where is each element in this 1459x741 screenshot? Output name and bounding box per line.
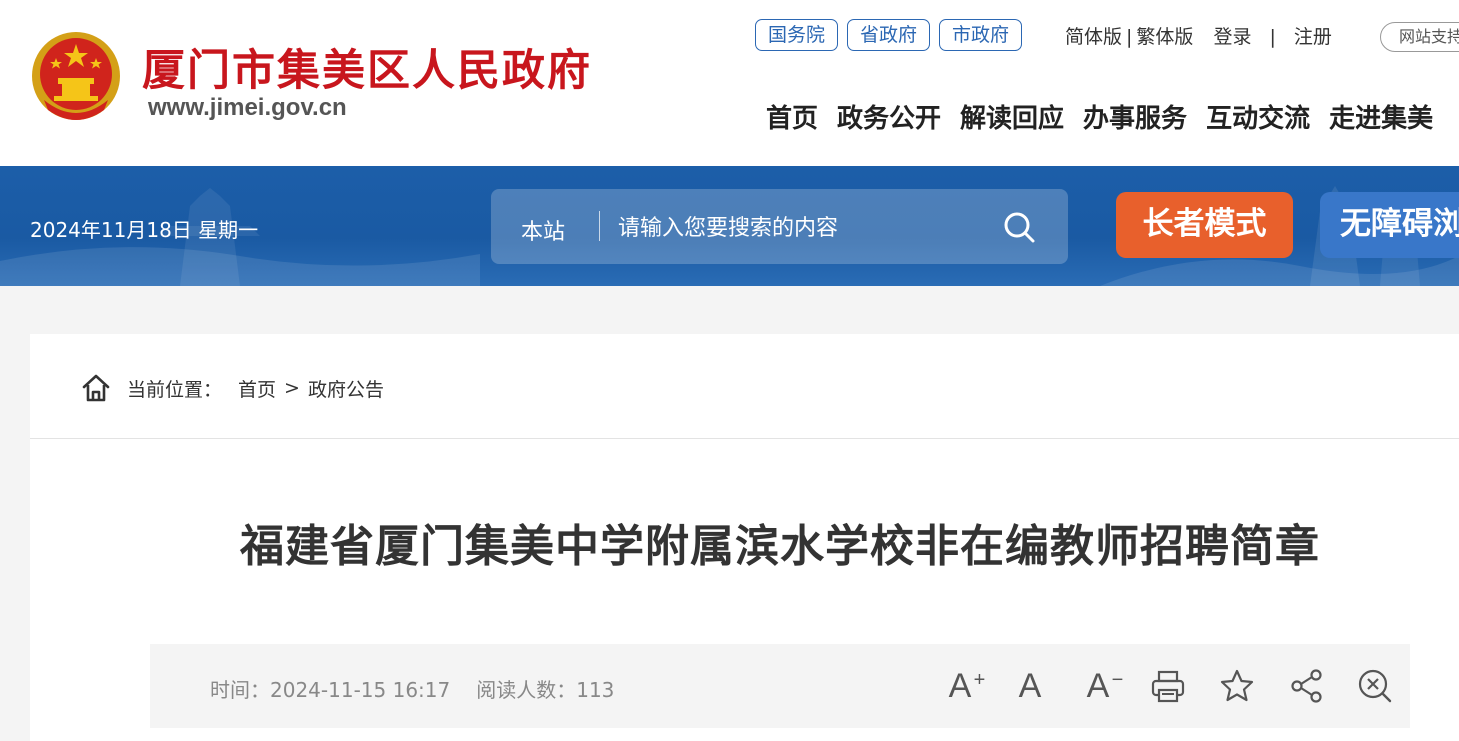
government-links: 国务院 省政府 市政府: [755, 19, 1023, 51]
read-count: 113: [576, 678, 615, 702]
font-increase-icon: A +: [948, 667, 986, 705]
current-date: 2024年11月18日 星期一: [30, 218, 259, 242]
normal-font-button[interactable]: A: [1010, 666, 1050, 706]
publish-time: 2024-11-15 16:17: [270, 678, 451, 702]
article-title: 福建省厦门集美中学附属滨水学校非在编教师招聘简章: [240, 521, 1320, 572]
register-link[interactable]: 注册: [1294, 26, 1332, 48]
time-label: 时间：: [210, 678, 270, 702]
search-icon[interactable]: [1001, 209, 1037, 245]
reads-label: 阅读人数：: [476, 678, 577, 702]
site-header: 厦门市集美区人民政府 www.jimei.gov.cn 国务院 省政府 市政府 …: [0, 0, 1459, 166]
breadcrumb: 当前位置： 首页 > 政府公告: [80, 372, 384, 404]
search-input[interactable]: [616, 207, 980, 249]
simplified-chinese-link[interactable]: 简体版: [1065, 26, 1122, 48]
search-box: 本站: [491, 189, 1068, 264]
nav-item-government-affairs[interactable]: 政务公开: [837, 98, 941, 135]
site-title: 厦门市集美区人民政府: [142, 46, 592, 96]
site-support-button[interactable]: 网站支持: [1380, 22, 1459, 52]
article-meta-bar: 时间：2024-11-15 16:17 阅读人数：113 A + A A −: [150, 644, 1410, 728]
article-meta: 时间：2024-11-15 16:17 阅读人数：113: [210, 674, 614, 703]
separator: |: [1269, 26, 1276, 48]
font-normal-icon: A: [1018, 667, 1042, 705]
home-icon: [82, 374, 110, 402]
elder-mode-button[interactable]: 长者模式: [1116, 192, 1293, 258]
decrease-font-button[interactable]: A −: [1078, 666, 1124, 706]
banner: 2024年11月18日 星期一 本站 长者模式 无障碍浏览: [0, 166, 1459, 286]
site-url: www.jimei.gov.cn: [148, 94, 347, 121]
close-zoom-icon[interactable]: [1355, 666, 1395, 706]
national-emblem-icon: [32, 32, 120, 120]
nav-item-home[interactable]: 首页: [766, 98, 818, 135]
search-scope-select[interactable]: 本站: [521, 214, 565, 246]
accessibility-button[interactable]: 无障碍浏览: [1320, 192, 1459, 258]
share-icon[interactable]: [1287, 666, 1327, 706]
municipal-government-link[interactable]: 市政府: [939, 19, 1023, 51]
main-nav: 首页 政务公开 解读回应 办事服务 互动交流 走进集美: [766, 98, 1433, 135]
traditional-chinese-link[interactable]: 繁体版: [1136, 26, 1193, 48]
increase-font-button[interactable]: A +: [940, 666, 986, 706]
utility-links: 简体版 | 繁体版 登录 | 注册: [1065, 22, 1332, 49]
print-icon[interactable]: [1148, 666, 1188, 706]
breadcrumb-current[interactable]: 政府公告: [308, 375, 384, 402]
login-link[interactable]: 登录: [1213, 26, 1251, 48]
font-decrease-icon: A −: [1086, 667, 1124, 705]
breadcrumb-label: 当前位置：: [127, 378, 223, 401]
nav-item-interpretation[interactable]: 解读回应: [960, 98, 1064, 135]
breadcrumb-separator: >: [284, 377, 300, 399]
star-icon[interactable]: [1217, 666, 1257, 706]
nav-item-about-jimei[interactable]: 走进集美: [1329, 98, 1433, 135]
state-council-link[interactable]: 国务院: [755, 19, 839, 51]
nav-item-interaction[interactable]: 互动交流: [1206, 98, 1310, 135]
breadcrumb-home-link[interactable]: 首页: [238, 375, 276, 402]
separator: |: [1126, 26, 1133, 48]
search-divider: [599, 211, 600, 241]
article-container: 当前位置： 首页 > 政府公告 福建省厦门集美中学附属滨水学校非在编教师招聘简章…: [30, 334, 1459, 741]
provincial-government-link[interactable]: 省政府: [847, 19, 931, 51]
nav-item-services[interactable]: 办事服务: [1083, 98, 1187, 135]
divider: [30, 438, 1459, 439]
